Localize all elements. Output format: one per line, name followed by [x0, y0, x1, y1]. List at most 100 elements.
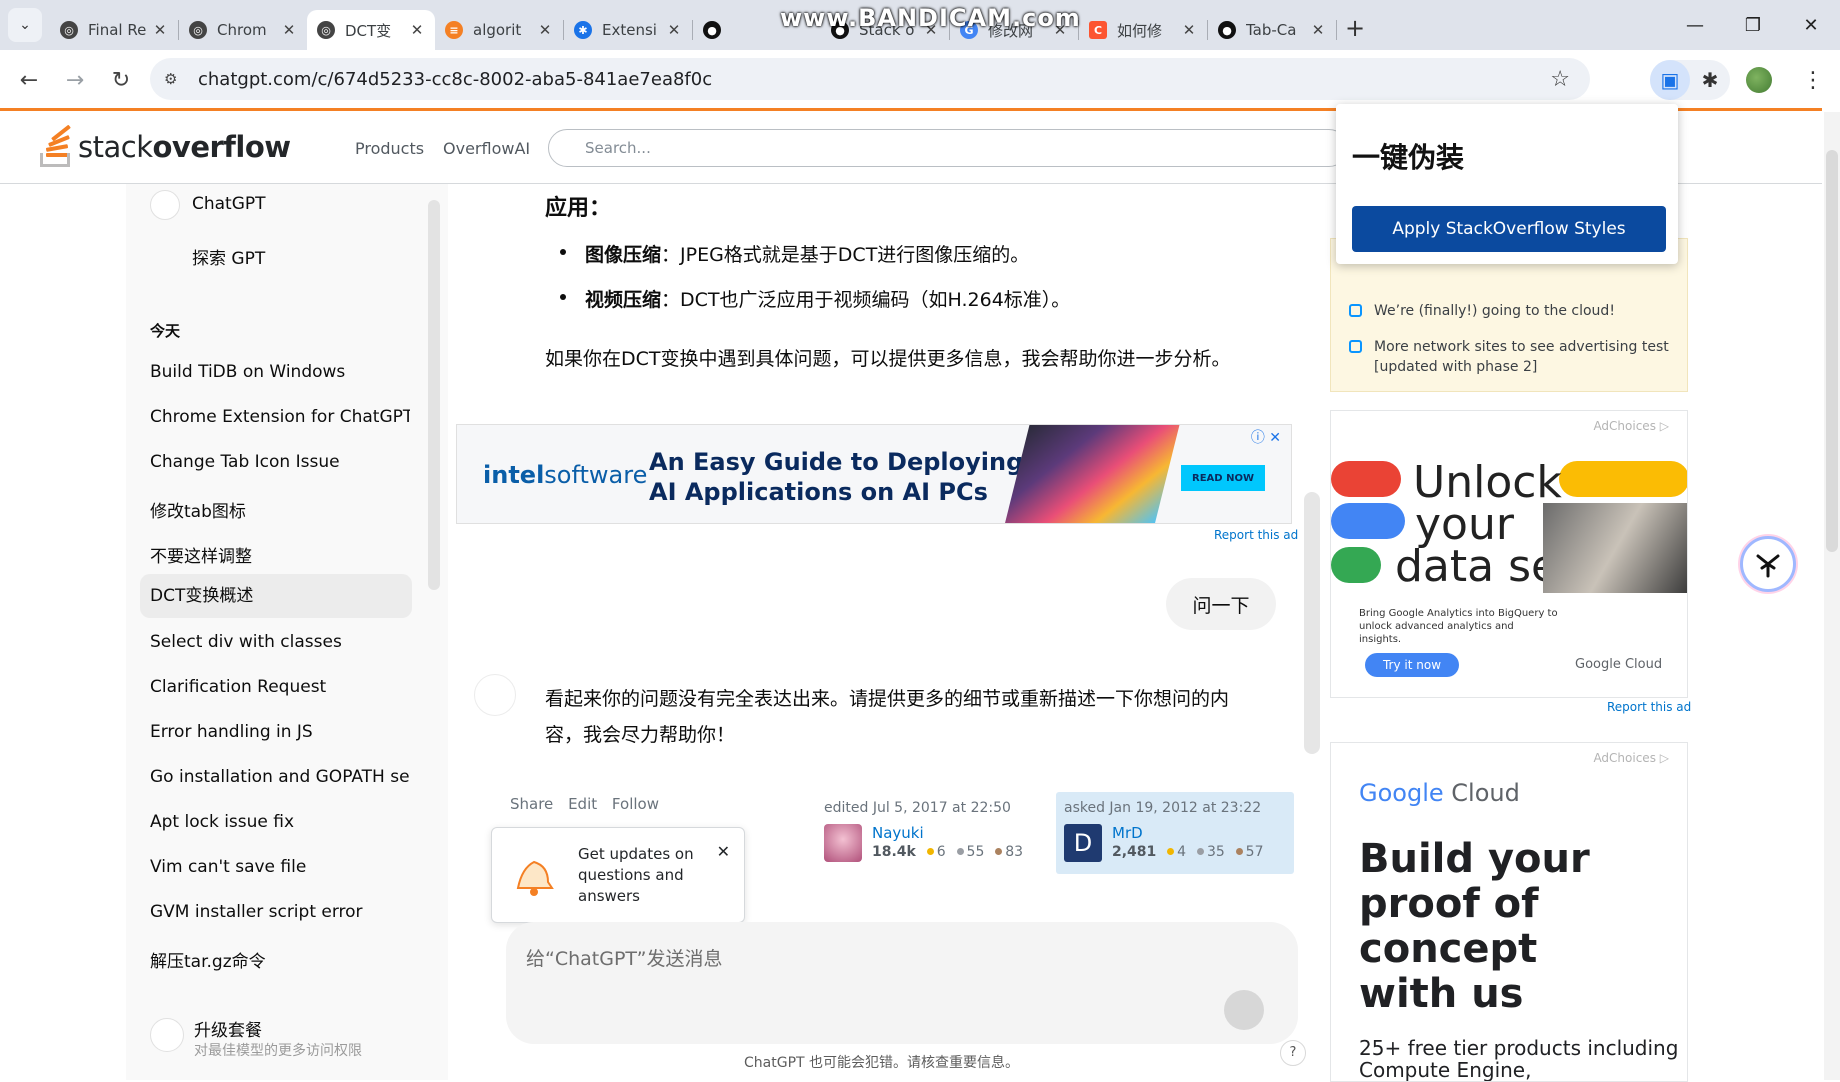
close-icon[interactable]: ✕	[1181, 21, 1197, 39]
floating-assistant-button[interactable]	[1740, 536, 1796, 592]
so-logo[interactable]: stackoverflow	[38, 124, 291, 169]
sidebar-item-explore-gpt[interactable]: 探索 GPT	[192, 244, 452, 269]
send-button[interactable]	[1224, 990, 1264, 1030]
apply-styles-button[interactable]: Apply StackOverflow Styles	[1352, 206, 1666, 252]
chat-history-item[interactable]: 解压tar.gz命令	[150, 947, 410, 972]
close-icon[interactable]: ✕	[281, 21, 297, 39]
sidebar-item-chatgpt[interactable]: ChatGPT	[192, 194, 452, 214]
upgrade-plan-subtitle: 对最佳模型的更多访问权限	[194, 1043, 362, 1059]
help-button[interactable]: ?	[1280, 1040, 1306, 1066]
back-icon[interactable]: ←	[8, 59, 50, 101]
page-scrollbar[interactable]	[1824, 112, 1840, 1080]
browser-tab[interactable]: ◎ Chrom ✕	[179, 12, 307, 48]
chat-history-item[interactable]: Chrome Extension for ChatGPT	[150, 407, 410, 427]
popup-title: 一键伪装	[1352, 141, 1465, 174]
google-cloud-logo: Google Cloud	[1359, 779, 1520, 807]
address-bar[interactable]: ⚙ chatgpt.com/c/674d5233-cc8c-8002-aba5-…	[150, 58, 1590, 100]
window-close-icon[interactable]: ✕	[1782, 0, 1840, 50]
stackoverflow-logo-icon	[38, 124, 74, 169]
browser-tab[interactable]: ● Tab-Ca ✕	[1208, 12, 1336, 48]
bullet-item: 视频压缩：DCT也广泛应用于视频编码（如H.264标准）。	[585, 289, 1071, 311]
chat-history-item[interactable]: 不要这样调整	[150, 542, 410, 567]
close-icon[interactable]: ✕	[152, 21, 168, 39]
extension-popup: 一键伪装 Apply StackOverflow Styles	[1336, 104, 1678, 264]
browser-tab[interactable]: ≡ algorit ✕	[435, 12, 563, 48]
reload-icon[interactable]: ↻	[100, 59, 142, 101]
sidebar-scrollbar[interactable]	[428, 200, 440, 590]
so-wordmark: stackoverflow	[78, 130, 291, 164]
ad-info-icon[interactable]: ⓘ ✕	[1251, 427, 1281, 447]
banner-ad[interactable]: intelsoftware An Easy Guide to Deploying…	[456, 424, 1292, 524]
adchoices-label[interactable]: AdChoices ▷	[1593, 419, 1669, 433]
chat-history-item[interactable]: Change Tab Icon Issue	[150, 452, 410, 472]
editor-avatar[interactable]	[824, 824, 862, 862]
edit-link[interactable]: Edit	[568, 795, 597, 813]
close-icon[interactable]: ✕	[409, 21, 425, 39]
asker-signature: asked Jan 19, 2012 at 23:22 D MrD 2,481 …	[1064, 800, 1264, 862]
share-link[interactable]: Share	[510, 795, 553, 813]
browser-tab[interactable]: ◎ Final Re ✕	[50, 12, 178, 48]
extensions-group: ▣ ✱	[1650, 60, 1730, 100]
puzzle-icon[interactable]: ✱	[1690, 60, 1730, 100]
tab-extension-icon[interactable]: ▣	[1650, 60, 1690, 100]
chat-history-item[interactable]: Select div with classes	[150, 632, 410, 652]
stackoverflow-icon: ≡	[445, 21, 463, 39]
more-menu-icon[interactable]: ⋮	[1798, 68, 1828, 93]
chat-history-item[interactable]: Build TiDB on Windows	[150, 362, 410, 382]
ad-body-text: 25+ free tier products including Compute…	[1359, 1036, 1679, 1082]
assistant-avatar	[474, 674, 516, 716]
upgrade-icon	[150, 1018, 184, 1052]
profile-avatar[interactable]	[1746, 67, 1772, 93]
user-message-bubble: 问一下	[1166, 578, 1276, 630]
tab-search-button[interactable]: ⌄	[8, 8, 42, 42]
site-info-icon[interactable]: ⚙	[164, 70, 184, 88]
browser-tab-active[interactable]: ◎ DCT变 ✕	[307, 10, 435, 50]
chat-history-item[interactable]: GVM installer script error	[150, 902, 410, 922]
follow-link[interactable]: Follow	[612, 795, 659, 813]
puzzle-icon: ✱	[574, 21, 592, 39]
ad-body-text: Bring Google Analytics into BigQuery to …	[1359, 608, 1558, 645]
banner-cta-button[interactable]: READ NOW	[1181, 465, 1265, 491]
so-search-input[interactable]: Search...	[548, 129, 1348, 167]
chat-history-item-selected[interactable]: DCT变换概述	[140, 574, 412, 618]
chat-history-item[interactable]: Clarification Request	[150, 677, 410, 697]
forward-icon[interactable]: →	[54, 59, 96, 101]
meta-item[interactable]: More network sites to see advertising te…	[1349, 337, 1679, 377]
asker-name[interactable]: MrD	[1112, 824, 1143, 842]
report-ad-link[interactable]: Report this ad	[1214, 528, 1298, 542]
ad-cta-button[interactable]: Try it now	[1365, 653, 1459, 677]
adchoices-label[interactable]: AdChoices ▷	[1593, 751, 1669, 765]
chat-history-item[interactable]: 修改tab图标	[150, 497, 410, 522]
bookmark-star-icon[interactable]: ☆	[1550, 67, 1570, 92]
google-analytics-ad[interactable]: AdChoices ▷ Unlock your data set. Bring …	[1330, 410, 1688, 698]
assistant-paragraph: 如果你在DCT变换中遇到具体问题，可以提供更多信息，我会帮助你进一步分析。	[545, 348, 1231, 370]
chat-history-item[interactable]: Vim can't save file	[150, 857, 410, 877]
scroll-thumb[interactable]	[1826, 150, 1838, 552]
browser-tab[interactable]: C 如何修 ✕	[1079, 12, 1207, 48]
popover-close-icon[interactable]: ✕	[717, 842, 730, 861]
nav-products[interactable]: Products	[355, 139, 424, 158]
editor-signature: edited Jul 5, 2017 at 22:50 Nayuki 18.4k…	[824, 800, 1023, 862]
chat-history-item[interactable]: Error handling in JS	[150, 722, 410, 742]
google-cloud-ad[interactable]: AdChoices ▷ Google Cloud Build your proo…	[1330, 742, 1688, 1082]
chat-history-item[interactable]: Go installation and GOPATH setu	[150, 767, 410, 787]
minimize-icon[interactable]: —	[1666, 0, 1724, 50]
url-text[interactable]: chatgpt.com/c/674d5233-cc8c-8002-aba5-84…	[198, 69, 712, 90]
close-icon[interactable]: ✕	[1310, 21, 1326, 39]
meta-item[interactable]: We’re (finally!) going to the cloud!	[1349, 301, 1679, 321]
asker-avatar[interactable]: D	[1064, 824, 1102, 862]
close-icon[interactable]: ✕	[666, 21, 682, 39]
main-scrollbar[interactable]	[1304, 492, 1320, 754]
upgrade-plan-title[interactable]: 升级套餐	[194, 1016, 454, 1041]
restore-icon[interactable]: ❐	[1724, 0, 1782, 50]
editor-name[interactable]: Nayuki	[872, 824, 924, 842]
chatgpt-icon: ◎	[317, 21, 335, 39]
new-tab-button[interactable]: +	[1337, 14, 1373, 42]
report-ad-link[interactable]: Report this ad	[1607, 700, 1691, 714]
close-icon[interactable]: ✕	[537, 21, 553, 39]
nav-overflowai[interactable]: OverflowAI	[443, 139, 530, 158]
chat-history-item[interactable]: Apt lock issue fix	[150, 812, 410, 832]
browser-tab[interactable]: ✱ Extensi ✕	[564, 12, 692, 48]
message-composer[interactable]: 给“ChatGPT”发送消息	[506, 922, 1298, 1044]
recording-watermark: www.BANDICAM.com	[780, 4, 1081, 32]
